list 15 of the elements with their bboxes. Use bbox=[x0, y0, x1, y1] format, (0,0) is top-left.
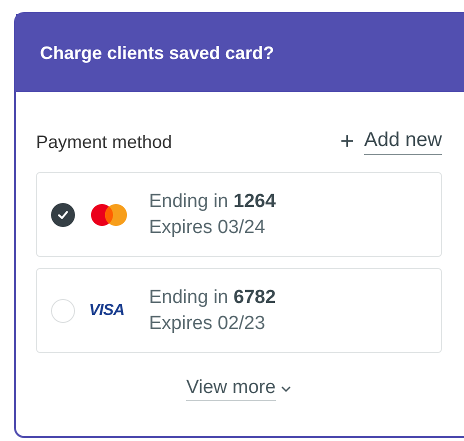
checked-radio[interactable] bbox=[51, 202, 75, 226]
payment-card-option[interactable]: Ending in 1264 Expires 03/24 bbox=[36, 172, 442, 257]
card-ending-text: Ending in 6782 bbox=[149, 286, 276, 308]
two-circles-logo-icon bbox=[89, 202, 129, 226]
radio-button[interactable] bbox=[51, 298, 75, 322]
dialog-title: Charge clients saved card? bbox=[40, 42, 274, 64]
card-expiry-text: Expires 02/23 bbox=[149, 312, 266, 334]
view-more-link[interactable]: View more bbox=[186, 377, 276, 401]
card-expiry-text: Expires 03/24 bbox=[149, 216, 266, 238]
payment-method-label: Payment method bbox=[36, 132, 172, 152]
payment-card-option[interactable]: VISA Ending in 6782 Expires 02/23 bbox=[36, 268, 442, 353]
chevron-down-icon bbox=[280, 385, 292, 393]
visa-logo: VISA bbox=[89, 302, 124, 320]
add-new-link[interactable]: + Add new bbox=[340, 128, 442, 156]
card-ending-text: Ending in 1264 bbox=[149, 190, 276, 212]
